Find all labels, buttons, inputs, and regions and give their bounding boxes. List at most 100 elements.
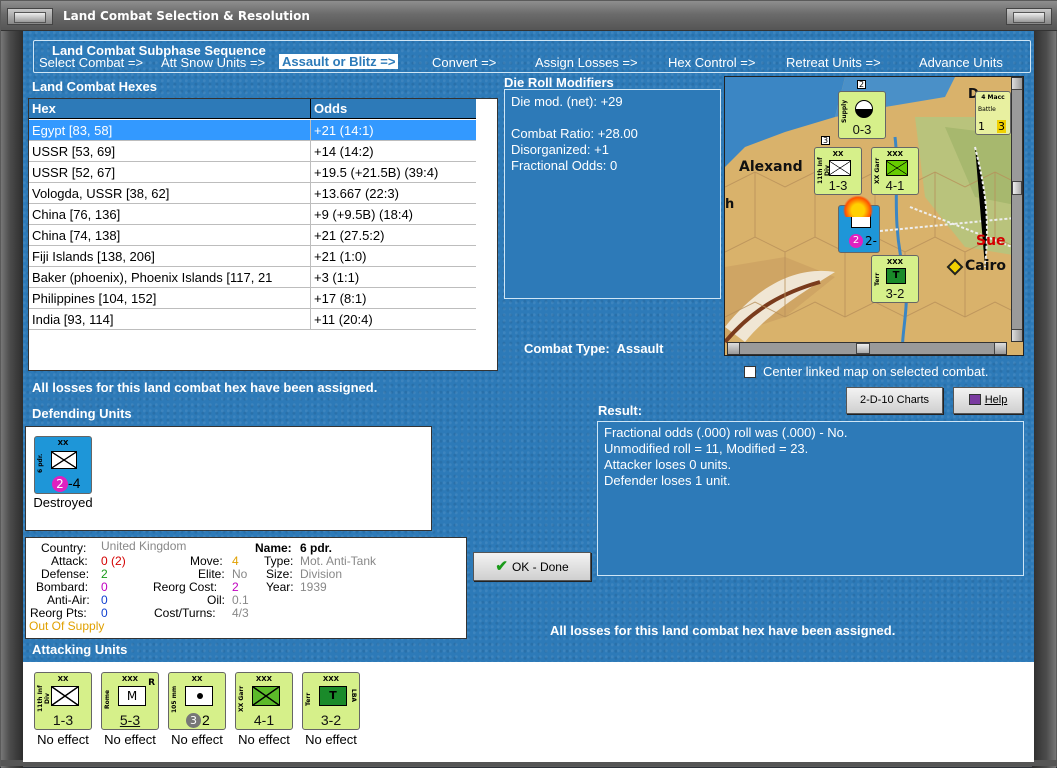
table-row[interactable]: China [74, 138] +21 (27.5:2)	[29, 225, 476, 246]
map-unit-supply[interactable]: Supply 0-3	[838, 91, 886, 139]
size-value: Division	[300, 567, 343, 581]
odds-cell: +21 (27.5:2)	[314, 228, 385, 243]
unit-value: 4-1	[885, 178, 905, 193]
map-unit-battle-stack[interactable]: 4 Macc Battle 1 3	[975, 91, 1011, 135]
unit-side-label: Battle	[978, 106, 996, 113]
hex-cell: China [74, 138]	[32, 228, 121, 243]
step-convert[interactable]: Convert =>	[432, 55, 496, 70]
map-unit-terr[interactable]: XXX Terr T 3-2	[871, 255, 919, 303]
table-row[interactable]: Egypt [83, 58] +21 (14:1)	[29, 120, 476, 141]
size-label: Size:	[266, 567, 293, 581]
unit-value: 4-1	[253, 712, 275, 728]
elite-value: No	[232, 567, 248, 581]
scroll-right-arrow-icon[interactable]	[994, 343, 1006, 354]
center-map-checkbox[interactable]	[744, 366, 756, 378]
unit-size-label: 4 Macc	[981, 94, 1005, 101]
map-horizontal-scrollbar[interactable]	[727, 342, 1007, 355]
unit-value: 1	[978, 120, 985, 133]
step-retreat-units[interactable]: Retreat Units =>	[786, 55, 881, 70]
country-label: Country:	[41, 541, 87, 555]
system-menu-button[interactable]	[7, 8, 53, 25]
cost-turns-value: 4/3	[232, 606, 249, 620]
table-row[interactable]: Vologda, USSR [38, 62] +13.667 (22:3)	[29, 183, 476, 204]
defending-unit-6pdr[interactable]: XX 6 pdr. 2 -4	[34, 436, 92, 494]
unit-value: 1-3	[52, 712, 74, 728]
antiair-value: 0	[101, 593, 108, 607]
scroll-thumb[interactable]	[1012, 181, 1022, 195]
unit-side-label: 6 pdr.	[37, 453, 44, 473]
garrison-symbol-icon	[886, 160, 908, 176]
unit-value: 2	[202, 712, 210, 728]
hex-cell: Vologda, USSR [38, 62]	[32, 186, 170, 201]
table-row[interactable]: Philippines [104, 152] +17 (8:1)	[29, 288, 476, 309]
step-advance-units[interactable]: Advance Units	[919, 55, 1003, 70]
table-row[interactable]: USSR [53, 69] +14 (14:2)	[29, 141, 476, 162]
attacking-unit-rome[interactable]: XXX R Rome M 5-3	[101, 672, 159, 730]
reorg-cost-value: 2	[232, 580, 239, 594]
attacking-unit-11th-inf-div[interactable]: XX 11th Inf Div 1-3	[34, 672, 92, 730]
scroll-left-arrow-icon[interactable]	[728, 343, 740, 354]
attacking-unit-status: No effect	[37, 732, 89, 747]
help-button[interactable]: Help	[953, 387, 1023, 414]
step-assign-losses[interactable]: Assign Losses =>	[535, 55, 638, 70]
attacking-unit-status: No effect	[171, 732, 223, 747]
column-header-hex[interactable]: Hex	[32, 101, 56, 116]
scroll-up-arrow-icon[interactable]	[1012, 78, 1022, 90]
hexes-table: Hex Odds Egypt [83, 58] +21 (14:1) USSR [5…	[28, 98, 498, 371]
linked-map[interactable]: Alexand h Sue Cairo D Supply 0-3 2 XX 11…	[724, 76, 1024, 356]
result-title: Result:	[598, 403, 643, 418]
combat-explosion-icon	[843, 195, 873, 217]
hex-cell: India [93, 114]	[32, 312, 114, 327]
attacking-unit-xx-garr[interactable]: XXX XX Garr 4-1	[235, 672, 293, 730]
garrison-symbol-icon	[252, 686, 280, 706]
map-vertical-scrollbar[interactable]	[1011, 77, 1023, 342]
fractional-odds: Fractional Odds: 0	[511, 158, 618, 173]
table-row[interactable]: USSR [52, 67] +19.5 (+21.5B) (39:4)	[29, 162, 476, 183]
scroll-down-arrow-icon[interactable]	[1012, 329, 1022, 341]
table-row[interactable]: Fiji Islands [138, 206] +21 (1:0)	[29, 246, 476, 267]
table-row[interactable]: China [76, 136] +9 (+9.5B) (18:4)	[29, 204, 476, 225]
unit-right-label: LBA	[350, 689, 357, 703]
anti-tank-symbol-icon	[51, 451, 77, 469]
result-line-fractional: Fractional odds (.000) roll was (.000) -…	[604, 425, 848, 440]
map-unit-11th-inf-div[interactable]: XX 11th Inf Div 1-3	[814, 147, 862, 195]
table-row[interactable]: Baker (phoenix), Phoenix Islands [117, 2…	[29, 267, 476, 288]
close-button[interactable]	[1006, 8, 1052, 25]
combat-type: Combat Type: Assault	[524, 341, 663, 356]
hex-cell: Fiji Islands [138, 206]	[32, 249, 155, 264]
step-select-combat[interactable]: Select Combat =>	[39, 55, 143, 70]
disorganized: Disorganized: +1	[511, 142, 609, 157]
cell-divider	[310, 120, 311, 140]
column-header-odds[interactable]: Odds	[314, 101, 347, 116]
bombard-label: Bombard:	[36, 580, 89, 594]
table-header: Hex Odds	[29, 99, 476, 119]
attacking-unit-terr[interactable]: XXX Terr LBA T 3-2	[302, 672, 360, 730]
right-frame	[1032, 31, 1056, 768]
table-row[interactable]: India [93, 114] +11 (20:4)	[29, 309, 476, 330]
odds-cell: +9 (+9.5B) (18:4)	[314, 207, 413, 222]
result-line-roll: Unmodified roll = 11, Modified = 23.	[604, 441, 809, 456]
die-roll-title: Die Roll Modifiers	[504, 75, 614, 90]
unit-value: 2-	[865, 234, 877, 248]
move-value: 4	[232, 554, 239, 568]
ok-done-button[interactable]: ✔ OK - Done	[473, 552, 591, 581]
map-label-cairo: Cairo	[965, 258, 1007, 274]
combat-ratio: Combat Ratio: +28.00	[511, 126, 638, 141]
step-hex-control[interactable]: Hex Control =>	[668, 55, 755, 70]
step-assault-or-blitz[interactable]: Assault or Blitz =>	[279, 54, 399, 69]
stack-count-badge: 2	[857, 80, 866, 89]
step-att-snow-units[interactable]: Att Snow Units =>	[161, 55, 265, 70]
attack-value: 0 (2)	[101, 554, 126, 568]
name-value: 6 pdr.	[300, 541, 333, 555]
map-unit-xx-garr[interactable]: XXX XX Garr 4-1	[871, 147, 919, 195]
type-value: Mot. Anti-Tank	[300, 554, 377, 568]
column-divider[interactable]	[310, 99, 311, 119]
charts-button[interactable]: 2-D-10 Charts	[846, 387, 943, 414]
scroll-thumb[interactable]	[856, 343, 870, 354]
cell-divider	[310, 246, 311, 266]
attacking-unit-105mm[interactable]: XX 105 mm 3 2	[168, 672, 226, 730]
hex-cell: Baker (phoenix), Phoenix Islands [117, 2…	[32, 270, 273, 285]
motorized-symbol-icon: M	[118, 686, 146, 706]
hex-cell: China [76, 136]	[32, 207, 121, 222]
die-roll-modifiers-box: Die mod. (net): +29 Combat Ratio: +28.00…	[504, 89, 721, 299]
